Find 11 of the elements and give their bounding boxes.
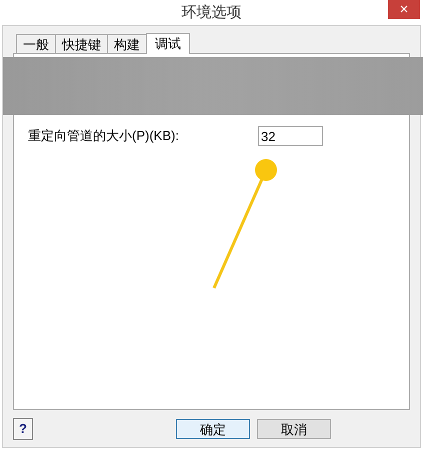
input-field[interactable]: 32 (258, 126, 323, 146)
tab[interactable]: 一般 (16, 34, 56, 53)
window-title: 环境选项 (182, 3, 242, 23)
help-button[interactable]: ? (13, 418, 33, 440)
tab[interactable]: 调试 (146, 33, 190, 54)
tab[interactable]: 构建 (107, 34, 147, 53)
ok-button[interactable]: 确定 (176, 419, 250, 439)
field-label: 重定向管道的大小(P)(KB): (28, 127, 180, 146)
cancel-button[interactable]: 取消 (257, 419, 331, 439)
tab[interactable]: 快捷键 (55, 34, 108, 53)
close-button[interactable]: × (388, 0, 420, 19)
